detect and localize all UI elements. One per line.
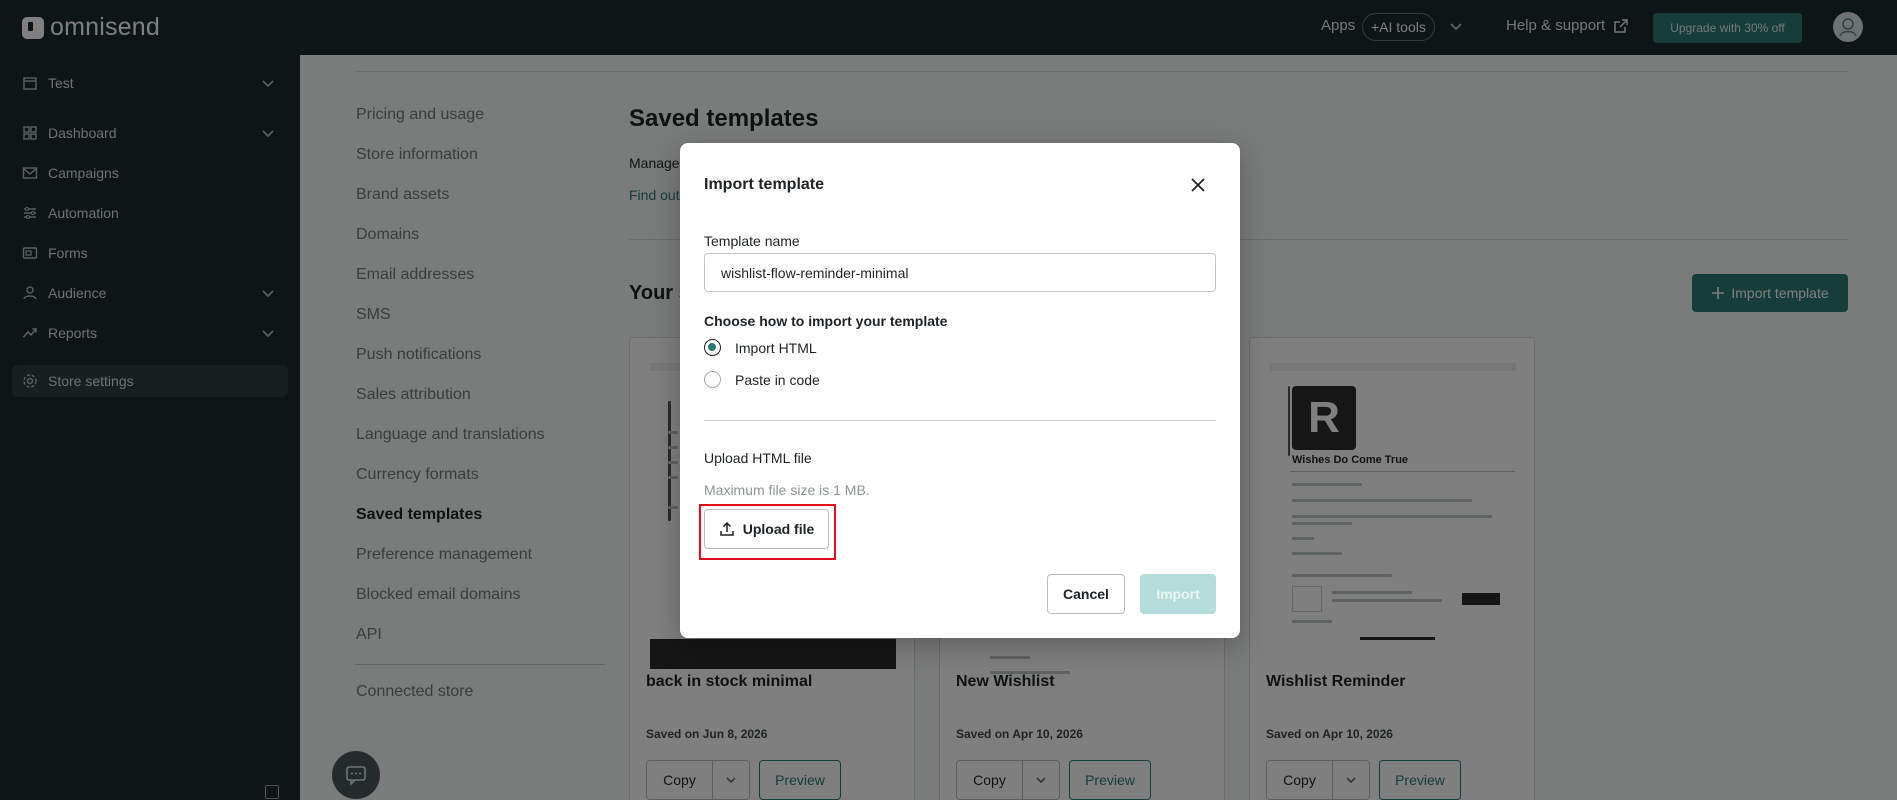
upload-html-label: Upload HTML file: [704, 450, 812, 466]
template-name-input[interactable]: [704, 253, 1216, 292]
import-html-label: Import HTML: [735, 339, 817, 356]
template-name-label: Template name: [704, 233, 800, 249]
import-button[interactable]: Import: [1140, 574, 1216, 614]
paste-code-radio[interactable]: [704, 371, 721, 388]
highlight-annotation: [699, 504, 836, 560]
import-template-dialog: Import template Template name Choose how…: [680, 143, 1240, 638]
cancel-button[interactable]: Cancel: [1047, 574, 1125, 614]
import-method-label: Choose how to import your template: [704, 313, 948, 329]
paste-code-label: Paste in code: [735, 371, 820, 388]
import-html-option[interactable]: Import HTML: [704, 339, 817, 356]
close-icon[interactable]: [1187, 174, 1209, 196]
divider: [704, 420, 1216, 421]
paste-code-option[interactable]: Paste in code: [704, 371, 820, 388]
dialog-title: Import template: [704, 176, 825, 193]
file-size-hint: Maximum file size is 1 MB.: [704, 482, 870, 498]
import-html-radio[interactable]: [704, 339, 721, 356]
